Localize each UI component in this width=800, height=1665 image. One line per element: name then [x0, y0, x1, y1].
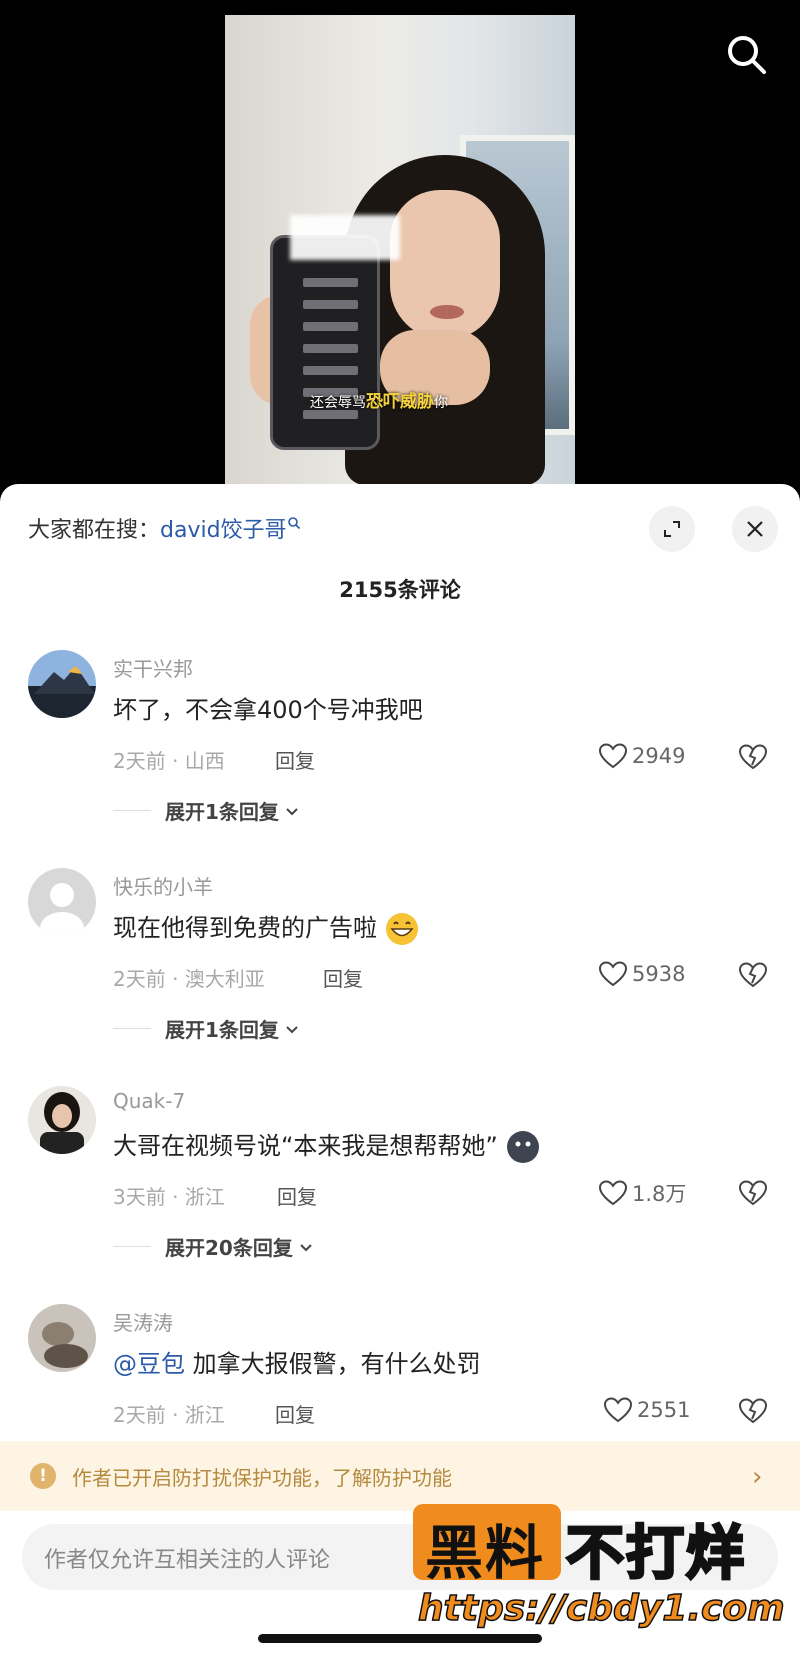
reply-button[interactable]: 回复 — [275, 745, 315, 774]
avatar[interactable] — [28, 1086, 96, 1154]
broken-heart-icon — [738, 744, 768, 770]
reply-button[interactable]: 回复 — [323, 963, 363, 992]
comment-time-location: 3天前 · 浙江 — [113, 1185, 225, 1209]
dislike-button[interactable] — [738, 1179, 768, 1211]
broken-heart-icon — [738, 962, 768, 988]
like-count: 2551 — [637, 1398, 691, 1422]
heart-icon — [598, 743, 628, 769]
comment-sheet: 大家都在搜：david饺子哥 2155条评论 实干兴邦 坏了，不会拿400个号冲… — [0, 484, 800, 1665]
comment-time-location: 2天前 · 澳大利亚 — [113, 967, 265, 991]
like-count: 2949 — [632, 744, 686, 768]
search-button[interactable] — [722, 30, 772, 80]
like-button[interactable]: 5938 — [598, 960, 685, 988]
grin-emoji-icon — [385, 913, 418, 945]
chevron-down-icon — [286, 1025, 298, 1033]
avatar[interactable] — [28, 650, 96, 718]
dislike-button[interactable] — [738, 743, 768, 775]
video-subtitle: 还会辱骂恐吓威胁你 — [310, 392, 448, 412]
heart-icon — [598, 961, 628, 987]
search-icon — [728, 36, 766, 74]
comment-username[interactable]: 实干兴邦 — [113, 653, 193, 682]
comment-input-placeholder: 作者仅允许互相关注的人评论 — [44, 1548, 331, 1573]
protection-notice[interactable]: ! 作者已开启防打扰保护功能，了解防护功能 › — [0, 1441, 800, 1511]
broken-heart-icon — [738, 1398, 768, 1424]
expand-button[interactable] — [649, 506, 695, 552]
notice-text: 作者已开启防打扰保护功能，了解防护功能 — [72, 1465, 452, 1490]
expand-replies[interactable]: 展开1条回复 — [113, 1014, 301, 1043]
close-icon — [747, 521, 763, 537]
reply-button[interactable]: 回复 — [275, 1399, 315, 1428]
comment-username[interactable]: 吴涛涛 — [113, 1307, 173, 1336]
heart-icon — [603, 1397, 633, 1423]
like-button[interactable]: 2551 — [603, 1396, 690, 1424]
comment-text: 坏了，不会拿400个号冲我吧 — [113, 696, 423, 724]
video-frame: 还会辱骂恐吓威胁你 — [225, 15, 575, 485]
home-indicator — [258, 1634, 542, 1643]
comment-text: 大哥在视频号说“本来我是想帮帮她” — [113, 1126, 540, 1164]
chevron-right-icon: › — [752, 1462, 763, 1492]
chevron-down-icon — [300, 1243, 312, 1251]
comment-username[interactable]: Quak-7 — [113, 1089, 185, 1113]
chevron-down-icon — [286, 807, 298, 815]
dislike-button[interactable] — [738, 961, 768, 993]
like-button[interactable]: 1.8万 — [598, 1178, 686, 1208]
broken-heart-icon — [738, 1180, 768, 1206]
heart-icon — [598, 1180, 628, 1206]
comment-username[interactable]: 快乐的小羊 — [113, 871, 213, 900]
reply-button[interactable]: 回复 — [277, 1181, 317, 1210]
comment-item: 快乐的小羊 现在他得到免费的广告啦 2天前 · 澳大利亚 回复 5938 展开1… — [0, 868, 800, 1078]
blob-emoji-icon — [506, 1131, 539, 1163]
comment-time-location: 2天前 · 浙江 — [113, 1403, 225, 1427]
comment-item: Quak-7 大哥在视频号说“本来我是想帮帮她” 3天前 · 浙江 回复 1.8… — [0, 1086, 800, 1296]
comment-time-location: 2天前 · 山西 — [113, 749, 225, 773]
avatar[interactable] — [28, 1304, 96, 1372]
comment-text: 现在他得到免费的广告啦 — [113, 908, 419, 946]
watermark-url: https://cbdy1.com — [417, 1587, 785, 1630]
like-count: 5938 — [632, 962, 686, 986]
held-phone — [270, 235, 380, 450]
hot-search[interactable]: 大家都在搜：david饺子哥 — [28, 512, 301, 544]
video-player[interactable]: 还会辱骂恐吓威胁你 — [0, 0, 800, 500]
expand-replies[interactable]: 展开1条回复 — [113, 796, 301, 825]
mention-link[interactable]: @豆包 — [113, 1350, 185, 1378]
warning-icon: ! — [30, 1463, 56, 1489]
like-count: 1.8万 — [632, 1182, 687, 1206]
expand-icon — [664, 521, 680, 537]
watermark-title-b: 不打烊 — [564, 1518, 747, 1589]
comment-count: 2155条评论 — [339, 578, 461, 602]
search-icon — [287, 517, 300, 530]
comment-item: 实干兴邦 坏了，不会拿400个号冲我吧 2天前 · 山西 回复 2949 展开1… — [0, 650, 800, 860]
like-button[interactable]: 2949 — [598, 742, 685, 770]
dislike-button[interactable] — [738, 1397, 768, 1429]
avatar[interactable] — [28, 868, 96, 936]
close-button[interactable] — [732, 506, 778, 552]
watermark-title-a: 黑料 — [425, 1519, 546, 1587]
comment-text: @豆包 加拿大报假警，有什么处罚 — [113, 1350, 481, 1378]
expand-replies[interactable]: 展开20条回复 — [113, 1232, 315, 1261]
